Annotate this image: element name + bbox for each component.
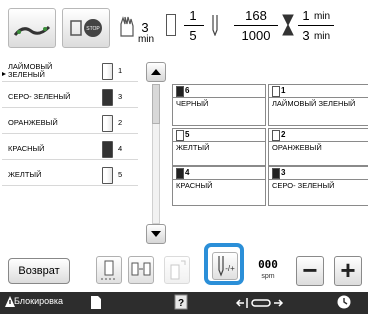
list-item-label: СЕРО- ЗЕЛЕНЫЙ	[8, 91, 71, 101]
needle-stop-button[interactable]: STOP	[62, 8, 110, 48]
speed-increase-button[interactable]: +	[334, 256, 362, 286]
time2-current: 1	[302, 8, 310, 23]
stitch-fraction-bar	[234, 25, 278, 26]
spool-swap-button[interactable]	[128, 256, 154, 284]
grid-cell-label: ЧЕРНЫЙ	[176, 99, 209, 108]
speed-value: 000	[258, 258, 278, 271]
back-button[interactable]: Возврат	[8, 258, 70, 284]
stitch-total: 1000	[241, 28, 271, 43]
spool-up-button[interactable]	[164, 256, 190, 284]
scroll-up-button[interactable]	[146, 62, 166, 82]
thread-position-current: 1	[189, 8, 197, 23]
speed-unit: spm	[261, 273, 275, 280]
grid-cell[interactable]: 5 ЖЕЛТЫЙ	[172, 128, 266, 166]
highlight-frame	[204, 243, 244, 285]
list-item[interactable]: ЛАЙМОВЫЙ ЗЕЛЕНЫЙ 1	[2, 60, 138, 82]
grid-cell-label: ЛАЙМОВЫЙ ЗЕЛЕНЫЙ	[272, 99, 356, 108]
spool-icon	[102, 89, 113, 106]
grid-cell[interactable]: 6 ЧЕРНЫЙ	[172, 84, 266, 126]
needle-icon	[210, 14, 220, 37]
grid-cell-number: 5	[185, 130, 190, 139]
spool-icon	[102, 167, 113, 184]
selected-marker-icon	[2, 63, 6, 76]
grid-cell-label: ОРАНЖЕВЫЙ	[272, 143, 322, 152]
svg-text:STOP: STOP	[86, 26, 100, 32]
hourglass-icon	[282, 14, 294, 36]
list-item-number: 2	[118, 118, 123, 127]
time2-fraction-bar	[298, 25, 334, 26]
spool-down-button[interactable]	[96, 256, 122, 284]
lock-label[interactable]: Блокировка	[14, 296, 63, 306]
thread-position-total: 5	[189, 28, 197, 43]
hand-icon	[116, 14, 138, 38]
thread-list: ЛАЙМОВЫЙ ЗЕЛЕНЫЙ 1 СЕРО- ЗЕЛЕНЫЙ 3 ОРАНЖ…	[0, 60, 140, 250]
list-item[interactable]: ОРАНЖЕВЫЙ 2	[2, 112, 138, 134]
list-item[interactable]: КРАСНЫЙ 4	[2, 138, 138, 160]
svg-text:?: ?	[178, 298, 184, 309]
scroll-down-button[interactable]	[146, 224, 166, 244]
help-icon[interactable]: ?	[174, 294, 188, 310]
list-item-label: ОРАНЖЕВЫЙ	[8, 117, 58, 127]
arrow-up-icon	[151, 69, 161, 75]
spool-up-icon	[170, 260, 186, 280]
grid-cell-label: ЖЕЛТЫЙ	[176, 143, 210, 152]
grid-cell[interactable]: 1 ЛАЙМОВЫЙ ЗЕЛЕНЫЙ	[268, 84, 368, 126]
grid-cell-label: КРАСНЫЙ	[176, 181, 213, 190]
spool-icon	[102, 141, 113, 158]
spool-down-icon	[101, 260, 117, 280]
clock-icon[interactable]	[336, 294, 352, 310]
grid-cell[interactable]: 2 ОРАНЖЕВЫЙ	[268, 128, 368, 166]
time2-total: 3	[302, 28, 310, 43]
grid-cell[interactable]: 3 СЕРО- ЗЕЛЕНЫЙ	[268, 166, 368, 206]
grid-cell[interactable]: 4 КРАСНЫЙ	[172, 166, 266, 206]
speed-decrease-button[interactable]: −	[296, 256, 324, 286]
list-item-label: ЖЕЛТЫЙ	[8, 169, 42, 179]
fraction-bar	[184, 25, 204, 26]
spool-icon	[102, 115, 113, 132]
stop-icon: STOP	[70, 19, 102, 37]
document-icon[interactable]	[90, 295, 102, 310]
grid-cell-number: 3	[281, 168, 286, 177]
list-item-number: 4	[118, 144, 123, 153]
grid-cell-number: 6	[185, 86, 190, 95]
speed-display: 000 spm	[256, 258, 280, 284]
spool-icon	[166, 14, 176, 36]
color-grid: 6 ЧЕРНЫЙ 1 ЛАЙМОВЫЙ ЗЕЛЕНЫЙ 5 ЖЕЛТЫЙ 2 О…	[172, 84, 368, 244]
frame-position-icon[interactable]	[235, 296, 292, 308]
stitch-current: 168	[245, 8, 267, 23]
list-item-number: 3	[118, 92, 123, 101]
frame-icon	[13, 25, 51, 36]
list-item[interactable]: СЕРО- ЗЕЛЕНЫЙ 3	[2, 86, 138, 108]
swap-icon	[131, 262, 151, 276]
scroll-thumb[interactable]	[152, 84, 160, 124]
grid-cell-label: СЕРО- ЗЕЛЕНЫЙ	[272, 181, 335, 190]
list-item[interactable]: ЖЕЛТЫЙ 5	[2, 164, 138, 186]
arrow-down-icon	[151, 231, 161, 237]
time2-unit-bottom: min	[313, 31, 331, 42]
time2-unit-top: min	[313, 11, 331, 22]
list-item-number: 5	[118, 170, 123, 179]
frame-move-button[interactable]	[8, 8, 56, 48]
grid-cell-number: 4	[185, 168, 190, 177]
grid-cell-number: 2	[281, 130, 286, 139]
spool-icon	[102, 63, 113, 80]
list-item-number: 1	[118, 66, 123, 75]
grid-cell-number: 1	[281, 86, 286, 95]
list-item-label: ЛАЙМОВЫЙ ЗЕЛЕНЫЙ	[8, 61, 53, 79]
list-item-label: КРАСНЫЙ	[8, 143, 45, 153]
time1-value: 3	[141, 20, 149, 35]
time1-unit: min	[137, 34, 155, 45]
